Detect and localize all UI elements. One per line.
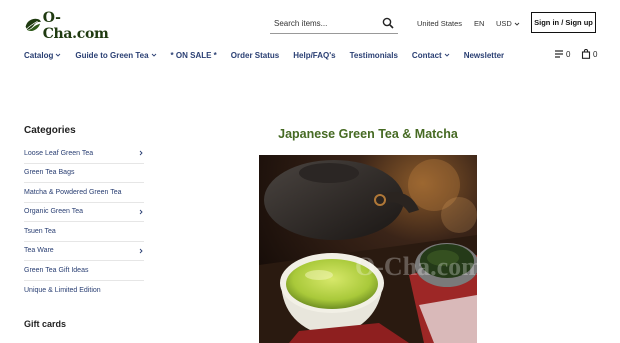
gift-cards-heading[interactable]: Gift cards [24,319,66,329]
nav-help-faq[interactable]: Help/FAQ's [293,51,335,60]
nav-label: Order Status [230,50,280,60]
category-label: Green Tea Gift Ideas [24,266,89,274]
nav-label: Contact [411,50,442,60]
nav-testimonials[interactable]: Testimonials [350,51,398,60]
country-selector[interactable]: United States [417,19,462,28]
chevron-right-icon [139,248,143,254]
chevron-right-icon [139,209,143,215]
language-selector[interactable]: EN [474,19,484,28]
category-label: Loose Leaf Green Tea [24,149,94,157]
category-unique-limited[interactable]: Unique & Limited Edition [24,281,144,301]
nav-label: Newsletter [463,50,505,60]
hero-image: O-Cha.com [259,155,477,343]
category-label: Tsuen Tea [24,227,56,235]
nav-on-sale[interactable]: * ON SALE * [171,51,217,60]
nav-catalog[interactable]: Catalog [24,51,61,60]
watermark-text: O-Cha.com [355,252,477,281]
category-tea-ware[interactable]: Tea Ware [24,242,144,261]
logo-text: O-Cha.com [42,10,109,42]
compare-button[interactable]: 0 [554,49,570,59]
category-label: Green Tea Bags [24,169,75,177]
cart-button[interactable]: 0 [581,49,597,59]
site-logo[interactable]: O-Cha.com [24,10,110,42]
search-input[interactable] [270,18,378,28]
category-gift-ideas[interactable]: Green Tea Gift Ideas [24,261,144,281]
tea-leaf-logo-icon [25,18,41,32]
category-sidebar: Categories Loose Leaf Green Tea Green Te… [24,125,144,300]
signin-button[interactable]: Sign in / Sign up [531,12,596,33]
nav-label: Help/FAQ's [293,50,336,60]
categories-heading: Categories [24,125,76,136]
compare-count: 0 [566,49,571,59]
chevron-down-icon [56,53,61,57]
search-bar [270,13,398,34]
category-tea-bags[interactable]: Green Tea Bags [24,164,144,183]
nav-order-status[interactable]: Order Status [231,51,279,60]
main-nav: Catalog Guide to Green Tea * ON SALE * O… [24,49,518,61]
category-label: Organic Green Tea [24,208,84,216]
green-tea-photo: O-Cha.com [259,155,477,343]
category-loose-leaf[interactable]: Loose Leaf Green Tea [24,144,144,164]
nav-label: * ON SALE * [170,50,217,60]
search-icon[interactable] [382,17,394,29]
cart-count: 0 [593,49,598,59]
chevron-down-icon [444,53,450,57]
nav-label: Testimonials [349,50,398,60]
category-matcha[interactable]: Matcha & Powdered Green Tea [24,183,144,203]
nav-newsletter[interactable]: Newsletter [464,51,504,60]
shopping-bag-icon [581,49,591,59]
category-organic[interactable]: Organic Green Tea [24,203,144,222]
nav-label: Guide to Green Tea [75,50,149,60]
category-label: Tea Ware [24,247,54,255]
currency-label: USD [496,19,512,28]
category-list: Loose Leaf Green Tea Green Tea Bags Matc… [24,144,144,300]
category-label: Matcha & Powdered Green Tea [24,188,122,196]
currency-selector[interactable]: USD [496,19,520,28]
nav-label: Catalog [24,50,54,60]
chevron-down-icon [514,22,520,26]
nav-guide[interactable]: Guide to Green Tea [75,51,156,60]
category-tsuen[interactable]: Tsuen Tea [24,222,144,242]
compare-list-icon [555,50,563,58]
chevron-down-icon [151,53,156,57]
category-label: Unique & Limited Edition [24,286,101,294]
chevron-right-icon [139,150,143,156]
nav-contact[interactable]: Contact [412,51,450,60]
page-title: Japanese Green Tea & Matcha [278,127,458,141]
